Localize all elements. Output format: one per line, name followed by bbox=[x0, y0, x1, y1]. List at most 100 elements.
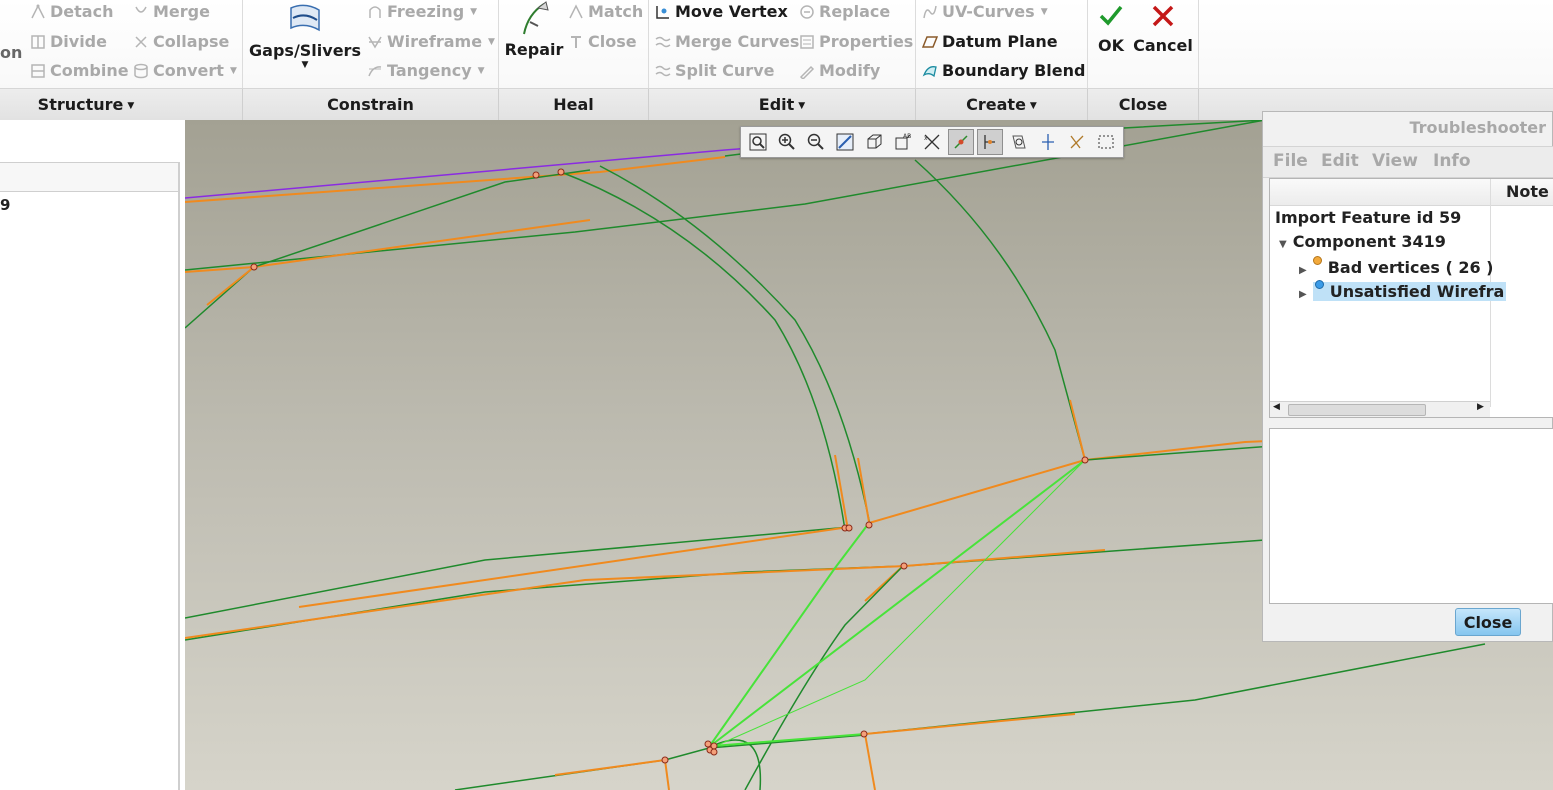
gaps-slivers-dropdown-arrow[interactable]: ▼ bbox=[302, 60, 309, 70]
replace-icon bbox=[800, 5, 814, 19]
repair-button[interactable]: Repair bbox=[503, 0, 565, 59]
move-vertex-button[interactable]: Move Vertex bbox=[655, 1, 788, 23]
ok-button[interactable]: OK bbox=[1095, 2, 1127, 55]
wire-curve bbox=[857, 457, 870, 523]
wire-curve bbox=[864, 713, 1076, 735]
wire-curve bbox=[185, 549, 1106, 639]
menu-edit[interactable]: Edit bbox=[1321, 151, 1359, 171]
properties-button[interactable]: Properties bbox=[799, 31, 913, 53]
zoom-in-button[interactable] bbox=[774, 129, 800, 155]
tangency-label: Tangency bbox=[387, 61, 472, 80]
detach-button[interactable]: Detach bbox=[30, 1, 113, 23]
troubleshooter-close-button[interactable]: Close bbox=[1455, 608, 1521, 636]
wireframe-dropdown-arrow[interactable]: ▼ bbox=[488, 31, 495, 53]
repaint-button[interactable] bbox=[832, 129, 858, 155]
collapsed-triangle-icon[interactable]: ▶ bbox=[1299, 265, 1307, 276]
collapsed-triangle-icon[interactable]: ▶ bbox=[1299, 289, 1307, 300]
replace-button[interactable]: Replace bbox=[799, 1, 890, 23]
view-orientation-button[interactable] bbox=[861, 129, 887, 155]
wire-curve bbox=[664, 759, 670, 790]
merge-curves-icon bbox=[655, 36, 671, 48]
refit-icon bbox=[749, 133, 767, 151]
tangency-icon bbox=[368, 66, 382, 77]
boundary-blend-icon bbox=[922, 66, 937, 78]
freezing-button[interactable]: Freezing ▼ bbox=[367, 1, 477, 23]
constrain-group-label: Constrain bbox=[243, 89, 499, 120]
zoom-out-button[interactable] bbox=[803, 129, 829, 155]
selection-box-button[interactable] bbox=[1093, 129, 1119, 155]
replace-label: Replace bbox=[819, 2, 891, 21]
unsatisfied-wireframe-label: Unsatisfied Wirefra bbox=[1329, 282, 1505, 301]
wire-curve bbox=[560, 171, 846, 531]
point-display-button[interactable] bbox=[948, 129, 974, 155]
annotation-display-button[interactable]: x bbox=[919, 129, 945, 155]
scroll-right-arrow-icon[interactable]: ▶ bbox=[1477, 402, 1484, 412]
scroll-left-arrow-icon[interactable]: ◀ bbox=[1273, 402, 1280, 412]
wireframe-button[interactable]: Wireframe ▼ bbox=[367, 31, 495, 53]
boundary-blend-button[interactable]: Boundary Blend bbox=[922, 60, 1085, 82]
freezing-icon bbox=[369, 6, 381, 18]
boundary-edge-purple bbox=[185, 143, 806, 199]
troubleshooter-dialog: Troubleshooter File Edit View Info Note … bbox=[1262, 111, 1553, 642]
divide-button[interactable]: Divide bbox=[30, 31, 107, 53]
csys-display-button[interactable] bbox=[1064, 129, 1090, 155]
heal-close-button[interactable]: Close bbox=[568, 31, 637, 53]
tangency-dropdown-arrow[interactable]: ▼ bbox=[478, 60, 485, 82]
svg-text:AB: AB bbox=[903, 133, 911, 140]
note-column-header[interactable]: Note bbox=[1506, 182, 1549, 201]
uv-curves-icon bbox=[923, 5, 937, 19]
edit-group-text: Edit bbox=[758, 95, 795, 114]
freezing-dropdown-arrow[interactable]: ▼ bbox=[470, 1, 477, 23]
merge-label: Merge bbox=[153, 2, 210, 21]
axis-display-icon bbox=[1042, 134, 1054, 150]
split-curve-button[interactable]: Split Curve bbox=[655, 60, 774, 82]
collapse-label: Collapse bbox=[153, 32, 230, 51]
modify-button[interactable]: Modify bbox=[799, 60, 880, 82]
panel-splitter[interactable] bbox=[178, 162, 180, 790]
tangency-button[interactable]: Tangency ▼ bbox=[367, 60, 485, 82]
bad-vertices[interactable] bbox=[250, 168, 1089, 764]
wireframe-display-button[interactable] bbox=[977, 129, 1003, 155]
menu-file[interactable]: File bbox=[1273, 151, 1308, 171]
menu-info[interactable]: Info bbox=[1433, 151, 1471, 171]
wire-curve bbox=[206, 266, 255, 306]
collapse-button[interactable]: Collapse bbox=[133, 31, 229, 53]
merge-button[interactable]: Merge bbox=[133, 1, 210, 23]
gaps-slivers-button[interactable]: Gaps/Slivers ▼ bbox=[248, 0, 362, 70]
model-tree-row[interactable]: 9 bbox=[0, 196, 10, 214]
tree-item-bad-vertices[interactable]: ▶ Bad vertices ( 26 ) bbox=[1299, 256, 1493, 277]
convert-dropdown-arrow[interactable]: ▼ bbox=[230, 60, 237, 82]
match-button[interactable]: Match bbox=[568, 1, 643, 23]
create-group-label[interactable]: Create ▼ bbox=[916, 89, 1088, 120]
refit-button[interactable] bbox=[745, 129, 771, 155]
axis-display-button[interactable] bbox=[1035, 129, 1061, 155]
modify-label: Modify bbox=[819, 61, 881, 80]
menu-view[interactable]: View bbox=[1372, 151, 1418, 171]
expanded-triangle-icon[interactable]: ▼ bbox=[1279, 239, 1287, 250]
saved-orientations-button[interactable]: AB bbox=[890, 129, 916, 155]
split-curve-label: Split Curve bbox=[675, 61, 775, 80]
merge-curves-label: Merge Curves bbox=[675, 32, 800, 51]
combine-button[interactable]: Combine bbox=[30, 60, 129, 82]
highlighted-unsatisfied-wires[interactable] bbox=[708, 459, 1086, 749]
tree-item-import-feature[interactable]: Import Feature id 59 bbox=[1275, 208, 1461, 227]
uv-curves-dropdown-arrow[interactable]: ▼ bbox=[1041, 1, 1048, 23]
structure-group-label[interactable]: Structure ▼ bbox=[0, 89, 243, 120]
edit-group-label[interactable]: Edit ▼ bbox=[649, 89, 916, 120]
wireframe-icon bbox=[368, 36, 382, 49]
merge-curves-button[interactable]: Merge Curves bbox=[655, 31, 799, 53]
info-dot-icon bbox=[1314, 280, 1324, 289]
datum-plane-button[interactable]: Datum Plane bbox=[922, 31, 1058, 53]
tree-horizontal-scrollbar[interactable]: ◀ ▶ bbox=[1270, 401, 1490, 417]
convert-icon bbox=[134, 63, 148, 79]
scrollbar-thumb[interactable] bbox=[1288, 404, 1426, 416]
plane-display-button[interactable] bbox=[1006, 129, 1032, 155]
tree-item-unsatisfied-wireframe[interactable]: ▶ Unsatisfied Wirefra bbox=[1299, 280, 1507, 301]
uv-curves-button[interactable]: UV-Curves ▼ bbox=[922, 1, 1048, 23]
cancel-button[interactable]: Cancel bbox=[1133, 2, 1193, 55]
modify-icon bbox=[799, 65, 815, 79]
ribbon-toolbar: on Detach Divide Combine Merge Collapse … bbox=[0, 0, 1553, 121]
convert-button[interactable]: Convert ▼ bbox=[133, 60, 237, 82]
wire-curve bbox=[599, 165, 871, 526]
tree-item-component[interactable]: ▼ Component 3419 bbox=[1279, 232, 1446, 251]
